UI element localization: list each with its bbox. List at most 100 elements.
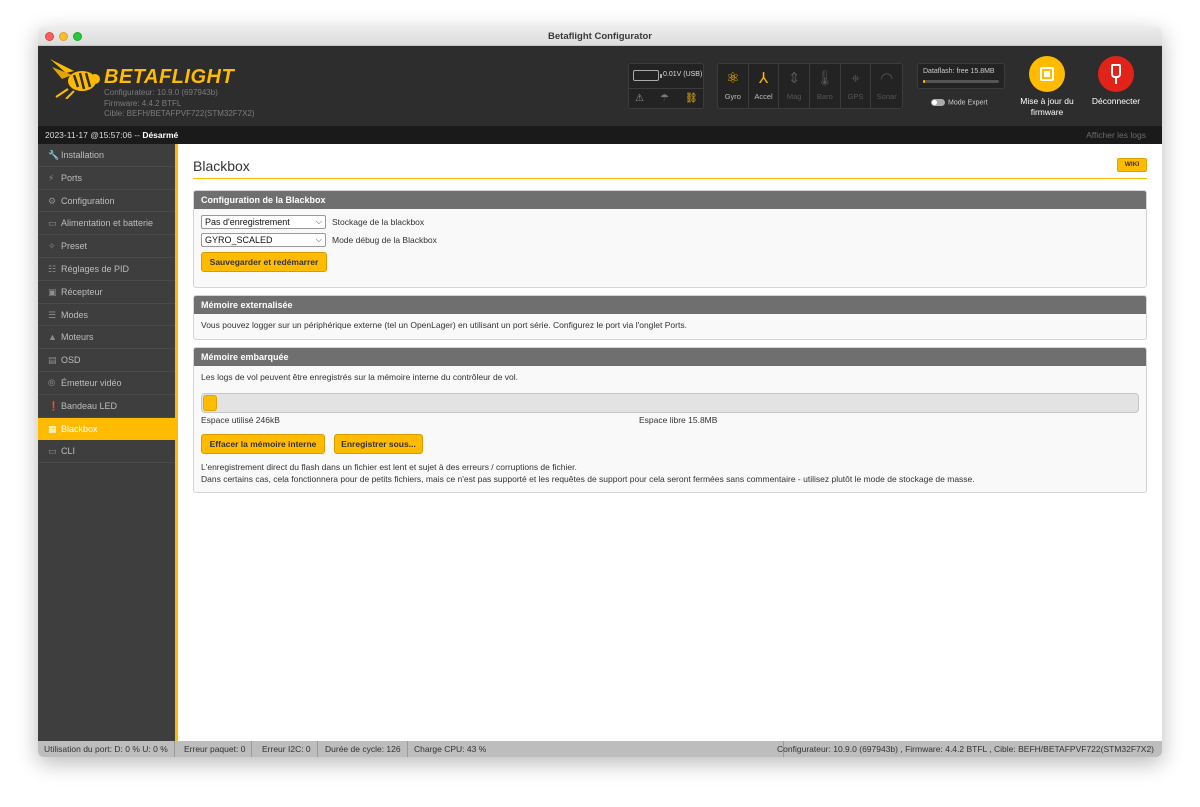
led-icon: ❗ bbox=[48, 400, 60, 411]
blackbox-config-panel: Configuration de la Blackbox Pas d'enreg… bbox=[193, 190, 1147, 288]
gps-icon: ⌖ bbox=[851, 70, 860, 87]
app-window: Betaflight Configurator BETAFLIGHT Confi… bbox=[38, 27, 1162, 757]
usb-plug-icon bbox=[1098, 56, 1134, 92]
firmware-update-label: Mise à jour du firmware bbox=[1020, 96, 1074, 117]
sensor-gps: ⌖ GPS bbox=[841, 64, 872, 108]
battery-icon bbox=[633, 70, 662, 81]
arm-status: 2023-11-17 @15:57:06 -- Désarmé bbox=[45, 130, 178, 140]
sidebar-item-ports[interactable]: ⚡ Ports bbox=[38, 167, 175, 190]
toggle-icon: ☰ bbox=[48, 309, 57, 320]
baro-icon: 🌡 bbox=[815, 70, 835, 87]
target-info: Cible: BEFH/BETAFPVF722(STM32F7X2) bbox=[104, 109, 255, 118]
flash-usage-bar bbox=[201, 393, 1139, 413]
sidebar-item-receiver[interactable]: ▣ Récepteur bbox=[38, 281, 175, 304]
dataflash-label: Dataflash: free 15.8MB bbox=[923, 68, 995, 75]
sidebar-item-vtx[interactable]: ⦾ Émetteur vidéo bbox=[38, 372, 175, 395]
sidebar-item-cli[interactable]: ▭ CLI bbox=[38, 440, 175, 464]
blackbox-debug-label: Mode débug de la Blackbox bbox=[332, 235, 437, 245]
flash-usage-bar-fill bbox=[203, 395, 218, 411]
external-memory-header: Mémoire externalisée bbox=[194, 296, 1146, 314]
sensor-panel: ⚛ Gyro ⅄ Accel ⇕ Mag 🌡 Baro ⌖ GPS ◠ Sona… bbox=[717, 63, 903, 109]
title-bar: Betaflight Configurator bbox=[38, 27, 1162, 46]
used-space-label: Espace utilisé 246kB bbox=[201, 415, 280, 425]
sidebar: 🔧 Installation ⚡ Ports ⚙ Configuration ▭ Ali… bbox=[38, 144, 178, 741]
battery-voltage: 0.01V (USB) bbox=[663, 71, 703, 78]
flash-warning-line1: L'enregistrement direct du flash dans un… bbox=[201, 462, 577, 472]
dataflash-bar bbox=[923, 80, 999, 83]
sensor-baro: 🌡 Baro bbox=[810, 64, 841, 108]
port-usage: Utilisation du port: D: 0 % U: 0 % bbox=[38, 741, 175, 757]
save-and-reboot-button[interactable]: Sauvegarder et redémarrer bbox=[201, 252, 327, 272]
status-strip: 2023-11-17 @15:57:06 -- Désarmé Afficher… bbox=[38, 126, 1162, 144]
sidebar-item-led-strip[interactable]: ❗ Bandeau LED bbox=[38, 395, 175, 418]
sidebar-item-osd[interactable]: ▤ OSD bbox=[38, 349, 175, 372]
cpu-load: Charge CPU: 43 % bbox=[414, 744, 487, 754]
plug-icon: ⚡ bbox=[48, 172, 55, 183]
chevron-down-icon: ⌵ bbox=[315, 235, 322, 244]
external-memory-text: Vous pouvez logger sur un périphérique e… bbox=[201, 320, 687, 330]
version-info: Configurateur: 10.9.0 (697943b) Firmware… bbox=[104, 88, 255, 120]
blackbox-debug-select[interactable]: GYRO_SCALED ⌵ bbox=[201, 233, 326, 247]
sidebar-item-motors[interactable]: ▲ Moteurs bbox=[38, 326, 175, 350]
sidebar-item-blackbox[interactable]: ▦ Blackbox bbox=[38, 417, 175, 441]
wrench-icon: 🔧 bbox=[48, 150, 60, 160]
main-content: Blackbox WIKI Configuration de la Blackb… bbox=[178, 144, 1162, 741]
configurator-version: Configurateur: 10.9.0 (697943b) bbox=[104, 88, 218, 97]
betaflight-bee-logo-icon bbox=[50, 59, 100, 99]
warning-icon: ⚠ bbox=[635, 93, 644, 104]
window-minimize-button[interactable] bbox=[59, 32, 68, 41]
disconnect-button[interactable]: Déconnecter bbox=[1080, 56, 1152, 107]
cycle-time: Durée de cycle: 126 bbox=[319, 741, 408, 757]
gear-icon: ⚙ bbox=[48, 195, 57, 206]
sidebar-item-installation[interactable]: 🔧 Installation bbox=[38, 144, 175, 167]
motor-icon: ▲ bbox=[48, 332, 57, 343]
sidebar-item-pid[interactable]: ☷ Réglages de PID bbox=[38, 258, 175, 281]
window-title: Betaflight Configurator bbox=[548, 31, 652, 42]
mag-icon: ⇕ bbox=[787, 70, 801, 87]
datetime: 2023-11-17 @15:57:06 -- bbox=[45, 130, 143, 140]
wiki-button[interactable]: WIKI bbox=[1117, 158, 1147, 172]
page-title: Blackbox bbox=[193, 158, 250, 174]
blackbox-icon: ▦ bbox=[48, 423, 57, 434]
arm-state: Désarmé bbox=[142, 130, 179, 140]
sidebar-item-modes[interactable]: ☰ Modes bbox=[38, 304, 175, 327]
disconnect-label: Déconnecter bbox=[1091, 96, 1141, 106]
expert-mode-label: Mode Expert bbox=[948, 99, 988, 107]
antenna-icon: ⦾ bbox=[48, 377, 56, 388]
sidebar-item-configuration[interactable]: ⚙ Configuration bbox=[38, 190, 175, 213]
free-space-label: Espace libre 15.8MB bbox=[639, 415, 718, 425]
dataflash-bar-fill bbox=[923, 80, 925, 83]
erase-flash-button[interactable]: Effacer la mémoire interne bbox=[201, 434, 325, 454]
sidebar-item-power[interactable]: ▭ Alimentation et batterie bbox=[38, 212, 175, 236]
firmware-update-button[interactable]: Mise à jour du firmware bbox=[1011, 56, 1083, 117]
packet-error: Erreur paquet: 0 bbox=[178, 741, 253, 757]
external-memory-panel: Mémoire externalisée Vous pouvez logger … bbox=[193, 295, 1147, 340]
expert-mode: Mode Expert bbox=[931, 99, 988, 106]
firmware-version: Firmware: 4.4.2 BTFL bbox=[104, 98, 182, 108]
battery-panel: 0.01V (USB) ⚠ ☂ ⛓ bbox=[628, 63, 704, 109]
sensor-mag: ⇕ Mag bbox=[779, 64, 811, 108]
sensor-accel: ⅄ Accel bbox=[749, 64, 780, 108]
blackbox-storage-label: Stockage de la blackbox bbox=[332, 217, 425, 227]
sidebar-item-preset[interactable]: ✧ Preset bbox=[38, 235, 175, 258]
show-logs-link[interactable]: Afficher les logs bbox=[1086, 130, 1146, 140]
logo-text: BETAFLIGHT bbox=[104, 66, 235, 88]
blackbox-storage-select[interactable]: Pas d'enregistrement ⌵ bbox=[201, 215, 326, 229]
firmware-chip-icon bbox=[1029, 56, 1065, 92]
flash-warning-line2: Dans certains cas, cela fonctionnera pou… bbox=[201, 474, 975, 484]
wand-icon: ✧ bbox=[48, 241, 56, 252]
sensor-sonar: ◠ Sonar bbox=[871, 64, 902, 108]
window-maximize-button[interactable] bbox=[73, 32, 82, 41]
battery-icon: ▭ bbox=[48, 218, 57, 229]
terminal-icon: ▭ bbox=[48, 446, 57, 457]
window-close-button[interactable] bbox=[45, 32, 54, 41]
dataflash-panel: Dataflash: free 15.8MB bbox=[917, 63, 1005, 89]
i2c-error: Erreur I2C: 0 bbox=[256, 741, 318, 757]
sliders-icon: ☷ bbox=[48, 263, 57, 274]
link-icon: ⛓ bbox=[685, 93, 698, 104]
save-file-as-button[interactable]: Enregistrer sous... bbox=[334, 434, 423, 454]
expert-mode-toggle[interactable] bbox=[931, 99, 945, 106]
blackbox-config-header: Configuration de la Blackbox bbox=[194, 191, 1146, 209]
chevron-down-icon: ⌵ bbox=[315, 217, 322, 226]
sonar-icon: ◠ bbox=[880, 70, 894, 87]
